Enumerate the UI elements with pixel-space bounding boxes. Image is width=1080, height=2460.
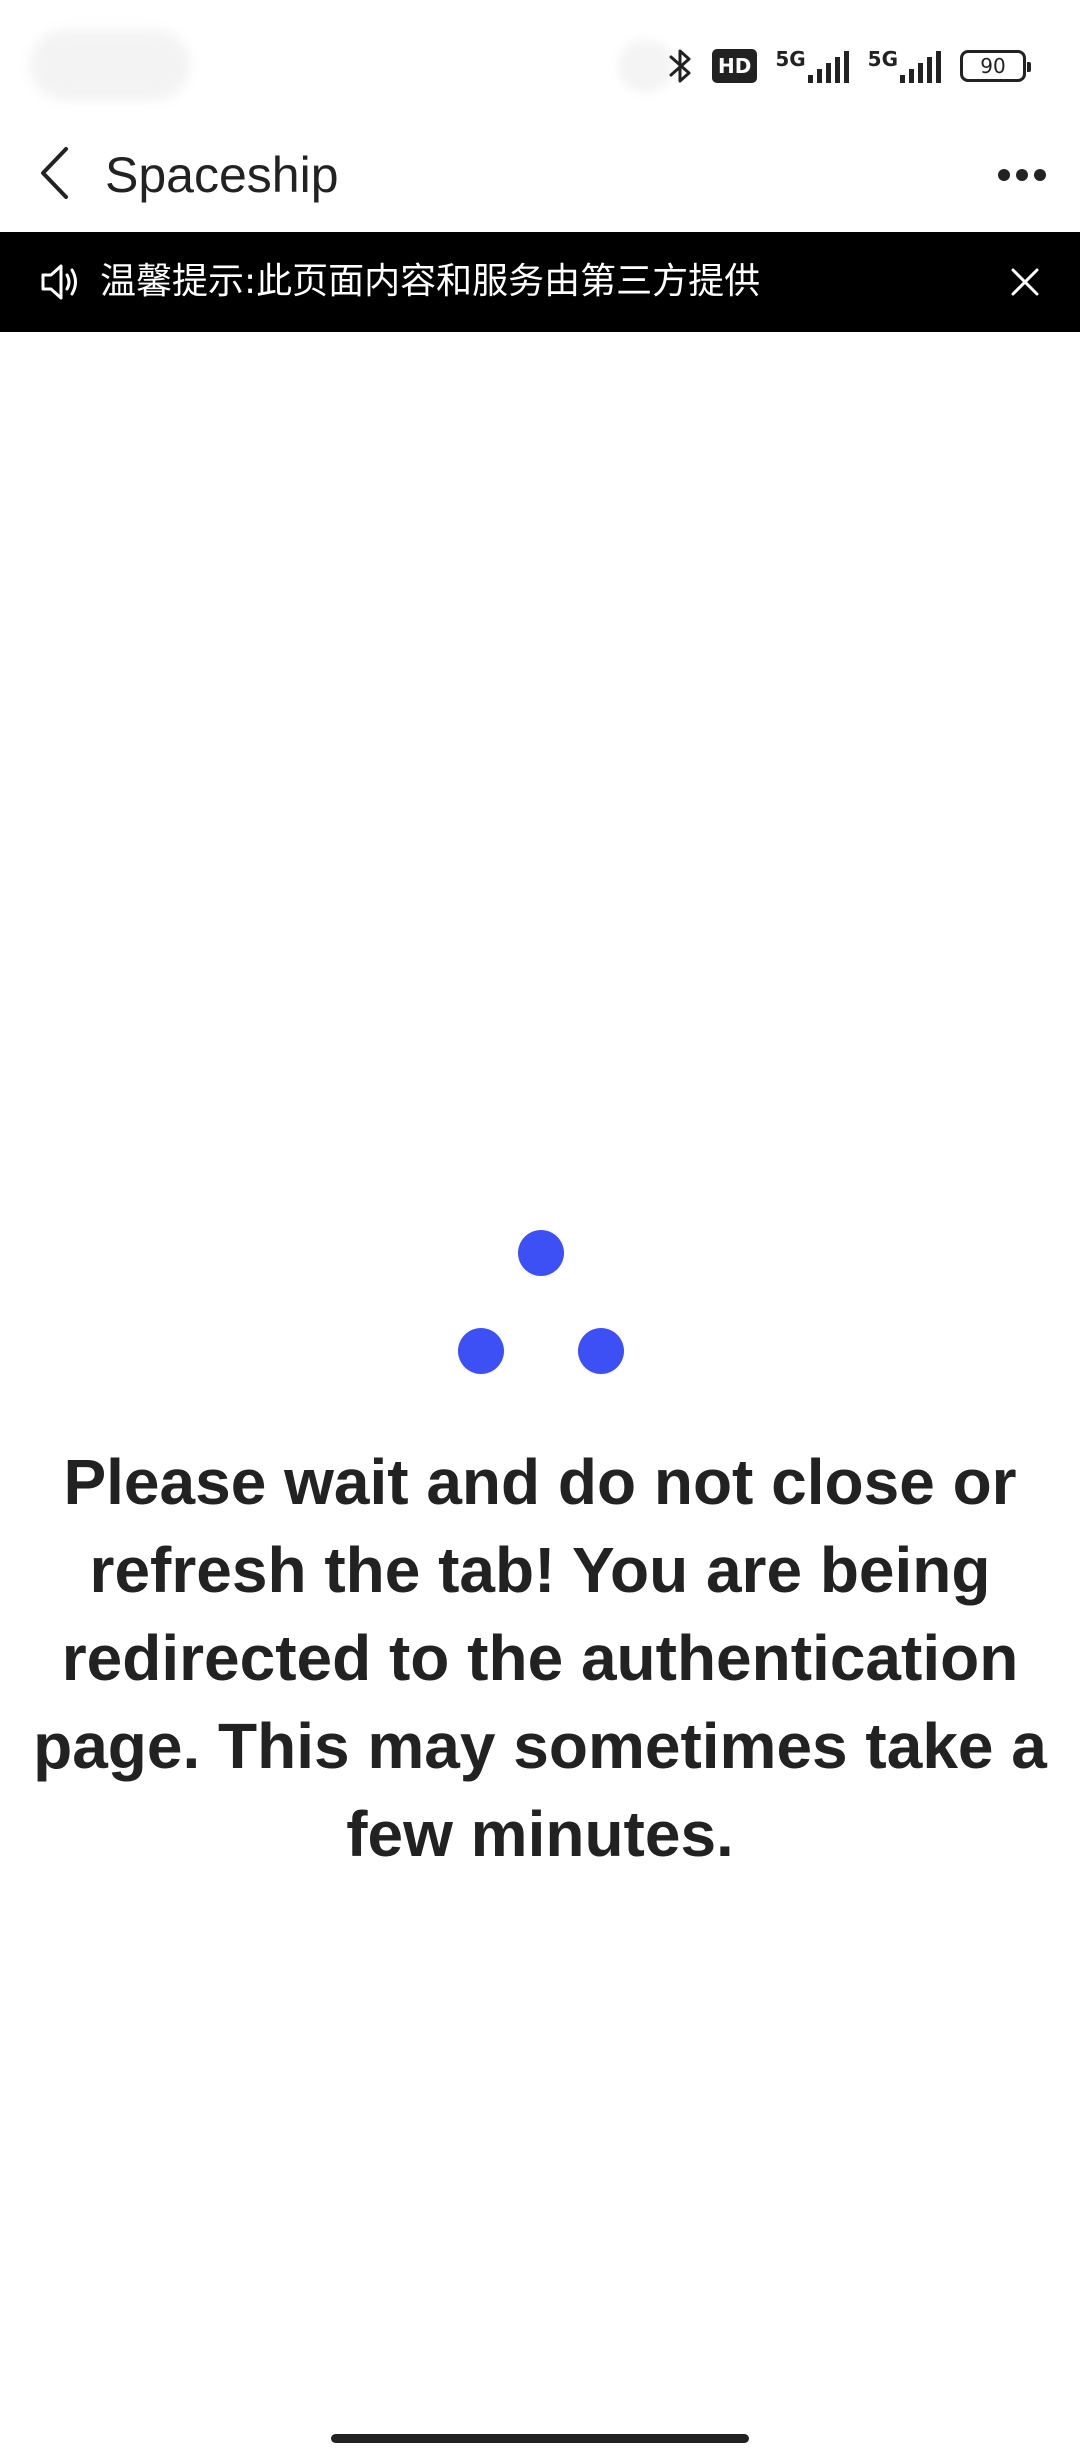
network-type-label: 5G bbox=[775, 47, 806, 71]
status-icons: HD 5G 5G 90 bbox=[668, 44, 1031, 88]
signal-1: 5G bbox=[775, 49, 849, 83]
bluetooth-icon bbox=[669, 49, 691, 83]
loading-dot bbox=[578, 1328, 624, 1374]
home-indicator[interactable] bbox=[331, 2434, 749, 2443]
status-indicator-blurred bbox=[618, 40, 674, 92]
signal-bars-icon bbox=[807, 51, 849, 83]
redirect-message: Please wait and do not close or refresh … bbox=[33, 1446, 1047, 1870]
battery-icon: 90 bbox=[960, 50, 1031, 82]
more-options-button[interactable] bbox=[984, 140, 1060, 210]
screen: HD 5G 5G 90 Spaceship 温馨提示:此页面内容和服务由第三方提… bbox=[0, 0, 1080, 2460]
status-bar: HD 5G 5G 90 bbox=[0, 0, 1080, 118]
status-time-blurred bbox=[30, 30, 190, 100]
chevron-left-icon bbox=[41, 147, 68, 199]
notice-text: 温馨提示:此页面内容和服务由第三方提供 bbox=[100, 261, 761, 302]
speaker-icon bbox=[41, 264, 77, 300]
loading-spinner bbox=[0, 1230, 1080, 1390]
close-icon bbox=[1011, 268, 1039, 296]
signal-bars-icon bbox=[900, 51, 941, 83]
back-button[interactable] bbox=[28, 136, 80, 210]
network-type-label: 5G bbox=[867, 47, 898, 71]
signal-2: 5G bbox=[868, 49, 942, 83]
third-party-notice-banner: 温馨提示:此页面内容和服务由第三方提供 bbox=[0, 232, 1080, 332]
loading-dot bbox=[518, 1230, 564, 1276]
loading-dot bbox=[458, 1328, 504, 1374]
close-notice-button[interactable] bbox=[1000, 257, 1050, 307]
more-dot-icon bbox=[998, 169, 1010, 181]
title-bar: Spaceship bbox=[0, 118, 1080, 232]
page-title: Spaceship bbox=[105, 147, 339, 203]
more-dot-icon bbox=[1034, 169, 1046, 181]
hd-voice-badge: HD bbox=[711, 49, 758, 83]
more-dot-icon bbox=[1016, 169, 1028, 181]
battery-level: 90 bbox=[980, 54, 1006, 78]
